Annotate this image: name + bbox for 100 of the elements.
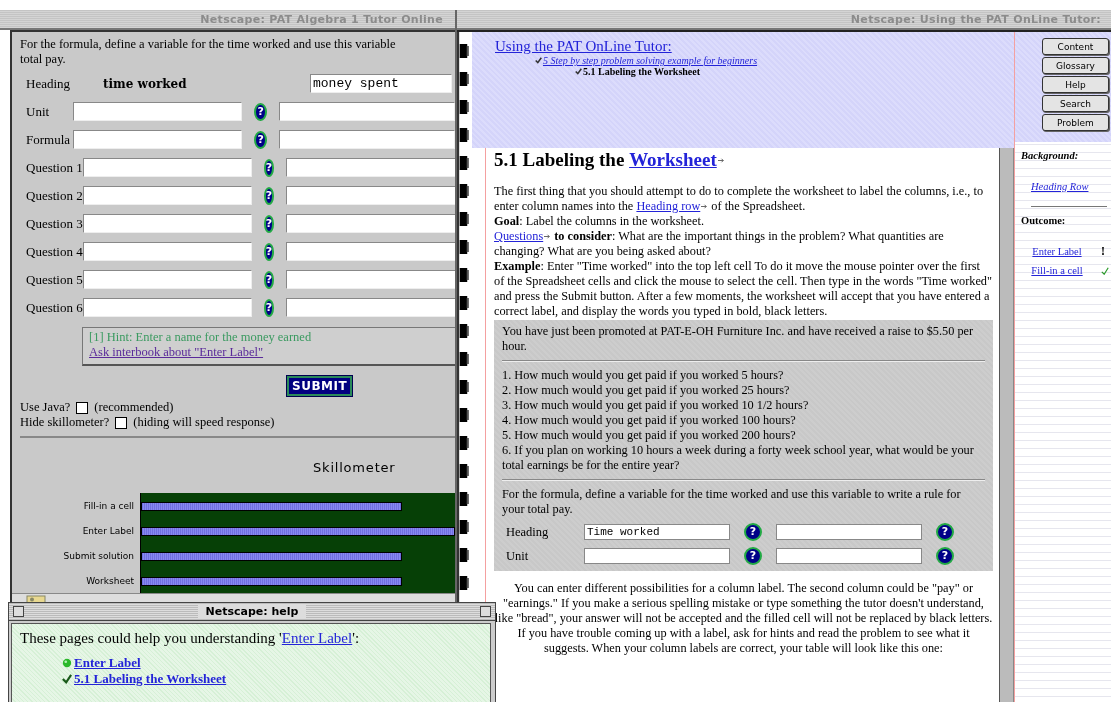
option-note: (recommended) bbox=[94, 400, 174, 415]
arrow-icon bbox=[701, 203, 709, 210]
scrollbar[interactable] bbox=[999, 148, 1014, 702]
paragraph: Questions to consider: What are the important things in the problem? What quantities are changing? What are you being asked about? bbox=[494, 229, 945, 259]
input-field[interactable] bbox=[286, 214, 455, 233]
nav-button[interactable]: Problem bbox=[1042, 114, 1109, 131]
row-label: Question 4 bbox=[25, 243, 83, 260]
bullet-icon bbox=[62, 658, 72, 668]
skill-label: Worksheet bbox=[86, 575, 134, 588]
row-label: Heading bbox=[505, 524, 550, 540]
nav-button[interactable]: Content bbox=[1042, 38, 1109, 55]
text-link[interactable]: Heading row bbox=[636, 199, 701, 213]
question-text: 6. If you plan on working 10 hours a week during a forty week school year, what would be your total earnings be for the entire year? bbox=[502, 443, 975, 473]
input-field[interactable] bbox=[73, 102, 243, 121]
input-field[interactable] bbox=[286, 298, 455, 317]
section-label: Background: bbox=[1021, 150, 1080, 161]
instruction-text: total pay. bbox=[20, 52, 67, 67]
help-link[interactable]: Enter Label bbox=[74, 655, 141, 671]
paragraph: You can enter different possibilities for a column label. The second column could be "pay" or "earnings." If you make a serious spelling mistake or type something the tutor doesn't understand, like "bread", your answer will not be accepted and the filled cell will not be replaced by black letters. If you have trouble coming up with a label, ask for hints and read the problem to see what it suggests. When your column labels are correct, your table will look like this one: bbox=[494, 581, 993, 656]
arrow-icon bbox=[544, 233, 552, 240]
option-note: (hiding will speed response) bbox=[133, 415, 275, 430]
help-button[interactable]: ? bbox=[263, 270, 275, 289]
help-button[interactable]: ? bbox=[254, 130, 267, 149]
paragraph: The first thing that you should attempt to do to complete the worksheet to label the columns, i.e., to enter column names into the Heading row of the Spreadsheet. bbox=[494, 184, 985, 214]
help-button[interactable]: ? bbox=[263, 186, 275, 205]
row-label: Question 5 bbox=[25, 271, 83, 288]
paragraph: Example: Enter "Time worked" into the top left cell To do it move the mouse pointer over the first of the Spreadsheet cells and click the mouse to select the cell. Then type in the words "Time worked" and press the Submit button. After a few moments, the worksheet will accept that you have entered a correct label, and display the words you typed in bold, black letters. bbox=[494, 259, 993, 319]
input-field[interactable]: money spent bbox=[310, 74, 452, 93]
row-label: Heading bbox=[25, 75, 72, 92]
input-field[interactable] bbox=[286, 186, 455, 205]
outcome-link[interactable]: Fill-in a cell bbox=[1027, 265, 1087, 276]
question-text: 5. How much would you get paid if you worked 200 hours? bbox=[502, 428, 797, 443]
submit-button[interactable]: SUBMIT bbox=[287, 376, 353, 396]
instruction-text: For the formula, define a variable for the time worked and use this variable bbox=[20, 37, 397, 52]
input-field[interactable] bbox=[82, 270, 252, 289]
check-icon bbox=[1101, 266, 1109, 275]
input-field[interactable] bbox=[82, 158, 252, 177]
checkbox[interactable] bbox=[115, 416, 128, 429]
help-button[interactable]: ? bbox=[263, 158, 275, 177]
page-heading: 5.1 Labeling the bbox=[494, 149, 626, 171]
question-text: 1. How much would you get paid if you worked 5 hours? bbox=[502, 368, 785, 383]
help-button[interactable]: ? bbox=[263, 242, 275, 261]
row-label: Question 6 bbox=[25, 299, 83, 316]
input-field[interactable] bbox=[279, 102, 455, 121]
close-box[interactable] bbox=[13, 606, 24, 617]
help-intro: These pages could help you understanding 'Enter Label': bbox=[20, 630, 361, 647]
arrow-icon bbox=[717, 156, 725, 164]
checkbox[interactable] bbox=[76, 401, 89, 414]
check-icon bbox=[62, 674, 72, 684]
help-button[interactable]: ? bbox=[936, 547, 954, 565]
help-button[interactable]: ? bbox=[936, 523, 954, 541]
input-field[interactable] bbox=[584, 548, 730, 564]
input-field[interactable] bbox=[776, 548, 922, 564]
check-icon bbox=[575, 68, 582, 75]
help-link[interactable]: 5.1 Labeling the Worksheet bbox=[74, 671, 227, 687]
text-link[interactable]: Questions bbox=[494, 229, 544, 243]
window-title: Netscape: help bbox=[197, 605, 307, 618]
input-field[interactable] bbox=[279, 130, 455, 149]
heading-value: time worked bbox=[103, 76, 188, 91]
hint-text: [1] Hint: Enter a name for the money earned bbox=[89, 330, 312, 345]
input-field[interactable] bbox=[82, 186, 252, 205]
question-text: 3. How much would you get paid if you worked 10 1/2 hours? bbox=[502, 398, 810, 413]
interbook-link[interactable]: Ask interbook about "Enter Label" bbox=[89, 345, 264, 360]
input-field[interactable] bbox=[286, 270, 455, 289]
input-field[interactable] bbox=[73, 130, 243, 149]
breadcrumb-current: 5.1 Labeling the Worksheet bbox=[583, 66, 701, 77]
input-field[interactable] bbox=[82, 214, 252, 233]
question-text: 2. How much would you get paid if you worked 25 hours? bbox=[502, 383, 791, 398]
input-field[interactable] bbox=[286, 158, 455, 177]
nav-button[interactable]: Glossary bbox=[1042, 57, 1109, 74]
option-label: Use Java? bbox=[20, 400, 71, 415]
skill-label: Fill-in a cell bbox=[83, 500, 134, 513]
nav-button[interactable]: Search bbox=[1042, 95, 1109, 112]
option-label: Hide skillometer? bbox=[20, 415, 110, 430]
concept-link[interactable]: Heading Row bbox=[1031, 181, 1109, 192]
breadcrumb-link[interactable]: Using the PAT OnLine Tutor: bbox=[495, 38, 672, 55]
zoom-box[interactable] bbox=[480, 606, 491, 617]
input-field[interactable] bbox=[286, 242, 455, 261]
help-button[interactable]: ? bbox=[744, 547, 762, 565]
row-label: Question 2 bbox=[25, 187, 83, 204]
nav-button[interactable]: Help bbox=[1042, 76, 1109, 93]
paragraph: Goal: Label the columns in the worksheet. bbox=[494, 214, 706, 229]
breadcrumb-link[interactable]: 5 Step by step problem solving example for beginners bbox=[543, 55, 758, 66]
help-button[interactable]: ? bbox=[263, 214, 275, 233]
help-button[interactable]: ? bbox=[254, 102, 267, 121]
formula-instructions: For the formula, define a variable for the time worked and use this variable to write a rule for your total pay. bbox=[502, 487, 962, 517]
row-label: Unit bbox=[505, 548, 530, 564]
check-icon bbox=[535, 57, 542, 64]
outcome-link[interactable]: Enter Label bbox=[1027, 246, 1087, 257]
input-field[interactable]: Time worked bbox=[584, 524, 730, 540]
input-field[interactable] bbox=[82, 298, 252, 317]
input-field[interactable] bbox=[82, 242, 252, 261]
help-button[interactable]: ? bbox=[263, 298, 275, 317]
skillometer-title: Skillometer bbox=[313, 460, 397, 475]
skill-label: Submit solution bbox=[63, 550, 134, 563]
help-button[interactable]: ? bbox=[744, 523, 762, 541]
row-label: Unit bbox=[25, 103, 51, 120]
input-field[interactable] bbox=[776, 524, 922, 540]
heading-link[interactable]: Worksheet bbox=[629, 149, 717, 171]
problem-text: You have just been promoted at PAT-E-OH Furniture Inc. and have received a raise to $5.50 per hour. bbox=[502, 324, 975, 354]
